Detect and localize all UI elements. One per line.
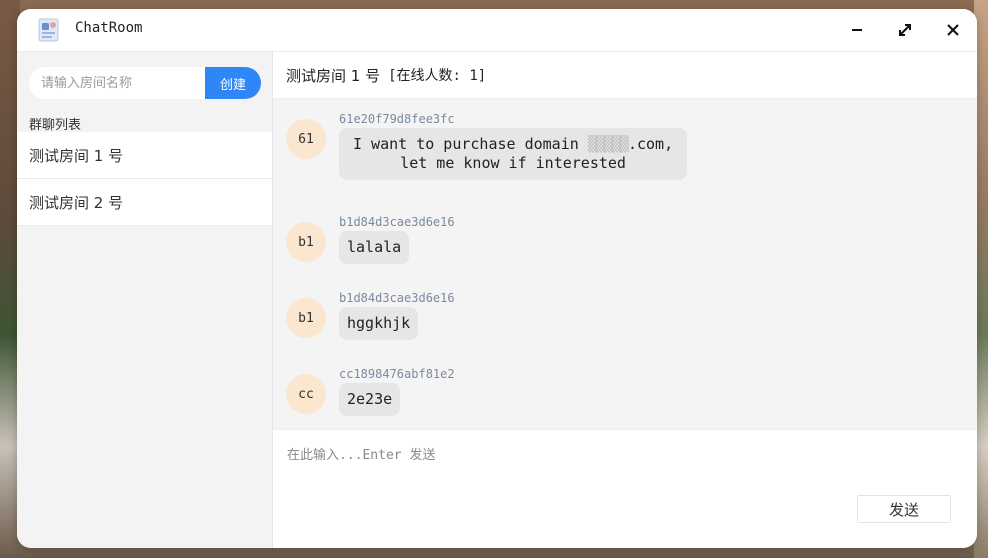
avatar: 61: [286, 119, 326, 159]
room-list-item[interactable]: 测试房间 1 号: [17, 132, 272, 179]
maximize-button[interactable]: [893, 19, 917, 41]
message-input[interactable]: [285, 442, 969, 496]
message-sender: b1d84d3cae3d6e16: [339, 291, 455, 305]
create-room-button[interactable]: 创建: [205, 67, 261, 99]
chat-panel: 测试房间 1 号 [在线人数: 1] 61 61e20f79d8fee3fc I…: [273, 52, 977, 548]
room-title: 测试房间 1 号: [286, 66, 381, 85]
message-sender: 61e20f79d8fee3fc: [339, 112, 455, 126]
room-header: 测试房间 1 号 [在线人数: 1]: [273, 52, 977, 99]
room-list: 测试房间 1 号 测试房间 2 号: [17, 132, 272, 226]
message-bubble: lalala: [339, 231, 410, 264]
close-button[interactable]: [941, 19, 965, 41]
avatar: b1: [286, 298, 326, 338]
message-bubble: hggkhjk: [339, 307, 419, 340]
avatar: cc: [286, 374, 326, 414]
composer: 发送: [273, 429, 977, 548]
app-title: ChatRoom: [75, 20, 143, 36]
message-bubble: 2e23e: [339, 383, 401, 416]
app-icon: [38, 18, 59, 42]
room-list-item[interactable]: 测试房间 2 号: [17, 179, 272, 226]
chatroom-window: ChatRoom 创建 群聊列表 测试房间 1 号 测试房间 2 号: [17, 9, 977, 548]
message-bubble: I want to purchase domain ▒▒▒▒▒.com, let…: [339, 128, 688, 180]
maximize-icon: [899, 24, 911, 36]
avatar: b1: [286, 222, 326, 262]
message-sender: b1d84d3cae3d6e16: [339, 215, 455, 229]
message-list[interactable]: 61 61e20f79d8fee3fc I want to purchase d…: [273, 99, 977, 429]
sidebar: 创建 群聊列表 测试房间 1 号 测试房间 2 号: [17, 52, 273, 548]
close-icon: [947, 24, 959, 36]
message-text: let me know if interested: [400, 154, 626, 172]
group-list-title: 群聊列表: [29, 118, 82, 133]
message-text: I want to purchase domain: [353, 135, 588, 153]
minimize-icon: [852, 29, 862, 31]
room-name-input[interactable]: [29, 67, 205, 99]
minimize-button[interactable]: [845, 19, 869, 41]
message-sender: cc1898476abf81e2: [339, 367, 455, 381]
online-count: [在线人数: 1]: [388, 68, 487, 84]
message-text: .com,: [627, 135, 674, 153]
redacted-text: ▒▒▒▒▒: [587, 135, 629, 153]
title-bar[interactable]: ChatRoom: [17, 9, 977, 52]
send-button[interactable]: 发送: [857, 495, 951, 523]
